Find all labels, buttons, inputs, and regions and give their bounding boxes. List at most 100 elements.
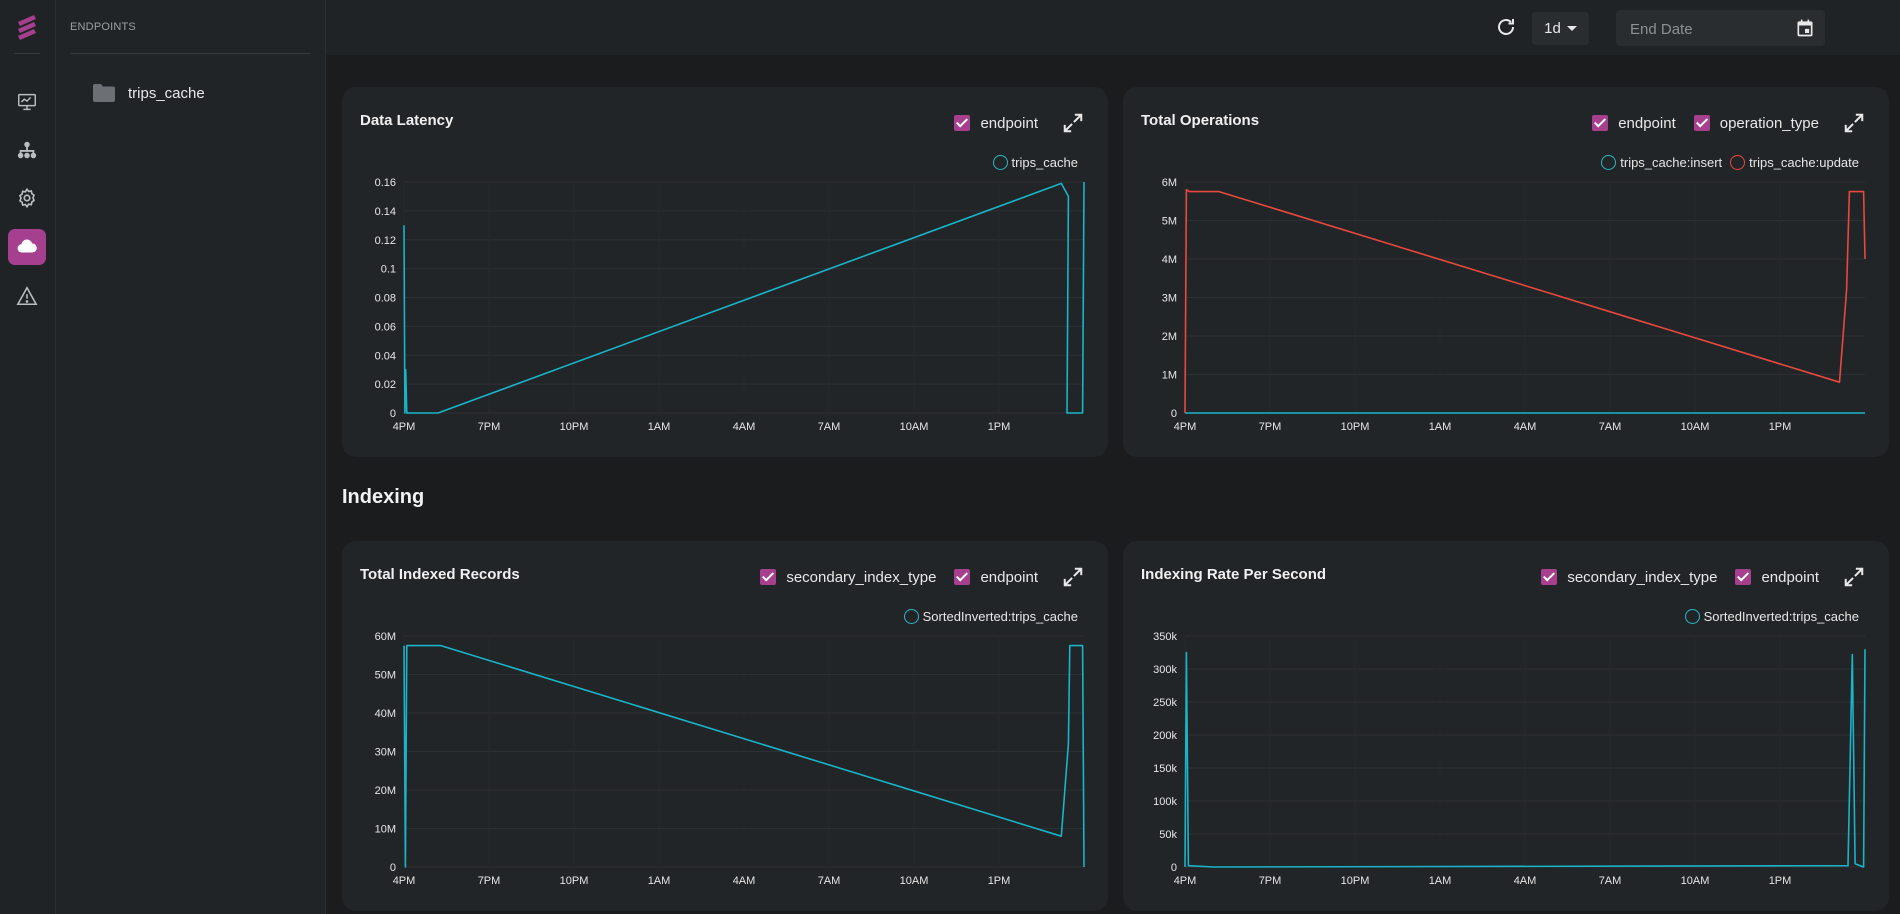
x-tick-label: 4AM	[733, 875, 756, 887]
x-tick-label: 7PM	[478, 421, 501, 433]
x-tick-label: 10PM	[560, 421, 589, 433]
filter-endpoint-checkbox[interactable]: endpoint	[954, 115, 1038, 132]
y-tick-label: 0.16	[375, 177, 396, 189]
y-tick-label: 250k	[1153, 697, 1177, 709]
legend-item[interactable]: SortedInverted:trips_cache	[903, 609, 1078, 624]
warning-icon	[16, 286, 38, 306]
card-title: Data Latency	[360, 112, 454, 129]
endpoints-panel: ENDPOINTS trips_cache	[56, 0, 326, 914]
x-tick-label: 4PM	[393, 875, 416, 887]
x-tick-label: 7AM	[1599, 875, 1622, 887]
chart-card-total-indexed-records: 0 10M 20M 30M 40M 50M 60M 4PM 7PM 10PM 1AM 4AM 7AM 10…	[342, 541, 1108, 911]
endpoints-heading: ENDPOINTS	[70, 21, 136, 33]
chevron-down-icon	[1566, 26, 1577, 31]
y-tick-label: 0.12	[375, 235, 396, 247]
refresh-icon[interactable]	[1494, 15, 1518, 39]
filter-secondary-index-type-checkbox[interactable]: secondary_index_type	[1541, 569, 1717, 586]
nav-hierarchy[interactable]	[8, 132, 46, 168]
checkbox-checked-icon	[1735, 569, 1752, 585]
legend-circle-icon	[1601, 155, 1617, 170]
chart-indexing-rate: 0 50k 100k 150k 200k 250k 300k 350k 4PM 7PM 10PM 1A…	[1153, 631, 1866, 887]
expand-icon[interactable]	[1062, 566, 1084, 588]
end-date-field	[1616, 10, 1825, 48]
y-tick-label: 0.1	[381, 264, 396, 276]
y-tick-label: 5M	[1162, 216, 1177, 228]
y-tick-label: 0	[1171, 862, 1177, 874]
filter-endpoint-checkbox[interactable]: endpoint	[1592, 115, 1676, 132]
y-tick-label: 0.14	[375, 206, 396, 218]
rail-separator	[14, 53, 40, 54]
chart-card-indexing-rate: 0 50k 100k 150k 200k 250k 300k 350k 4PM 7PM 10PM 1A…	[1123, 541, 1889, 911]
chart-legend: trips_cache	[992, 155, 1078, 170]
time-range-value: 1d	[1544, 20, 1561, 37]
x-tick-label: 1AM	[1429, 875, 1452, 887]
x-tick-label: 4PM	[393, 421, 416, 433]
filter-secondary-index-type-checkbox[interactable]: secondary_index_type	[760, 569, 936, 586]
legend-circle-icon	[992, 155, 1008, 170]
expand-icon[interactable]	[1843, 112, 1865, 134]
chart-legend: SortedInverted:trips_cache	[903, 609, 1078, 624]
y-tick-label: 0	[390, 408, 396, 420]
dashboard-icon	[18, 93, 36, 111]
calendar-icon[interactable]	[1795, 18, 1815, 38]
x-tick-label: 10PM	[1341, 421, 1370, 433]
legend-label: trips_cache	[1011, 155, 1078, 170]
x-tick-label: 4PM	[1174, 421, 1197, 433]
x-tick-label: 1AM	[1429, 421, 1452, 433]
x-tick-label: 10AM	[1681, 421, 1710, 433]
chart-legend: SortedInverted:trips_cache	[1684, 609, 1859, 624]
card-title: Total Indexed Records	[360, 566, 520, 583]
y-tick-label: 50k	[1159, 829, 1177, 841]
endpoint-item-label: trips_cache	[128, 84, 205, 102]
time-range-select[interactable]: 1d	[1532, 12, 1589, 45]
legend-label: SortedInverted:trips_cache	[922, 609, 1078, 624]
expand-icon[interactable]	[1062, 112, 1084, 134]
y-tick-label: 6M	[1162, 177, 1177, 189]
card-filters: endpoint operation_type	[1574, 111, 1865, 135]
legend-item[interactable]: trips_cache	[992, 155, 1078, 170]
y-tick-label: 20M	[375, 785, 396, 797]
expand-icon[interactable]	[1843, 566, 1865, 588]
endpoint-item-trips-cache[interactable]: trips_cache	[92, 80, 205, 106]
checkbox-checked-icon	[954, 569, 971, 585]
nav-alerts[interactable]	[8, 278, 46, 314]
nav-rail	[0, 0, 56, 914]
legend-label: trips_cache:update	[1749, 155, 1859, 170]
filter-label: endpoint	[980, 568, 1038, 586]
hierarchy-icon	[17, 141, 37, 159]
nav-dashboard[interactable]	[8, 84, 46, 120]
x-tick-label: 1PM	[988, 875, 1011, 887]
chart-card-data-latency: 0 0.02 0.04 0.06 0.08 0.1 0.12 0.14 0.16 4PM 7PM 10…	[342, 87, 1108, 457]
legend-circle-icon	[1730, 155, 1746, 170]
filter-endpoint-checkbox[interactable]: endpoint	[1735, 569, 1819, 586]
x-tick-label: 10AM	[900, 421, 929, 433]
legend-item[interactable]: trips_cache:insert	[1601, 155, 1722, 170]
y-tick-label: 60M	[375, 631, 396, 643]
y-tick-label: 200k	[1153, 730, 1177, 742]
filter-label: endpoint	[980, 114, 1038, 132]
x-tick-label: 7AM	[1599, 421, 1622, 433]
legend-item[interactable]: SortedInverted:trips_cache	[1684, 609, 1859, 624]
legend-circle-icon	[1684, 609, 1700, 624]
end-date-input[interactable]	[1628, 10, 1782, 48]
y-tick-label: 0.04	[375, 350, 396, 362]
section-title-indexing: Indexing	[342, 486, 425, 508]
x-tick-label: 7PM	[1259, 875, 1282, 887]
nav-settings[interactable]	[8, 180, 46, 216]
app-logo-icon[interactable]	[14, 12, 40, 42]
x-tick-label: 4AM	[1514, 421, 1537, 433]
y-tick-label: 0.08	[375, 293, 396, 305]
chart-legend: trips_cache:insert trips_cache:update	[1601, 155, 1859, 170]
nav-cloud[interactable]	[8, 229, 46, 265]
filter-operation-type-checkbox[interactable]: operation_type	[1693, 115, 1819, 132]
y-tick-label: 50M	[375, 670, 396, 682]
cloud-icon	[17, 239, 37, 253]
chart-total-operations: 0 1M 2M 3M 4M 5M 6M 4PM 7PM 10PM 1AM 4AM 7AM 10AM 1PM	[1162, 177, 1866, 433]
card-title: Total Operations	[1141, 112, 1260, 129]
legend-item[interactable]: trips_cache:update	[1730, 155, 1859, 170]
x-tick-label: 4AM	[733, 421, 756, 433]
x-tick-label: 7PM	[478, 875, 501, 887]
folder-icon	[93, 84, 115, 102]
y-tick-label: 3M	[1162, 293, 1177, 305]
filter-endpoint-checkbox[interactable]: endpoint	[954, 569, 1038, 586]
